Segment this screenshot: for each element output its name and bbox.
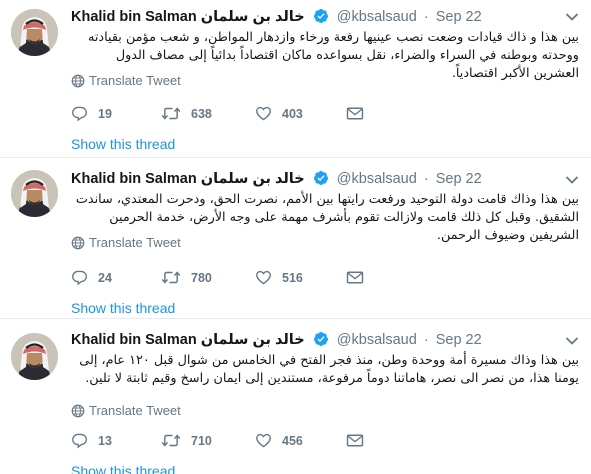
avatar[interactable]	[11, 170, 58, 217]
retweet-button[interactable]: 780	[161, 268, 212, 288]
user-handle[interactable]: @kbsalsaud	[337, 171, 417, 187]
globe-icon	[71, 74, 85, 88]
avatar-image	[11, 9, 58, 56]
caret-down-icon[interactable]	[565, 175, 579, 185]
reply-count: 19	[98, 107, 112, 121]
retweet-button[interactable]: 710	[161, 431, 212, 451]
tweet-date[interactable]: Sep 22	[436, 171, 482, 187]
reply-button[interactable]: 19	[71, 104, 112, 124]
translate-tweet-link[interactable]: Translate Tweet	[71, 402, 181, 420]
retweet-button[interactable]: 638	[161, 104, 212, 124]
translate-label[interactable]: Translate Tweet	[89, 73, 181, 88]
reply-icon	[72, 106, 87, 122]
envelope-icon	[346, 434, 364, 447]
like-button[interactable]: 516	[255, 268, 303, 288]
header-separator: ·	[423, 332, 429, 348]
retweet-count: 780	[191, 271, 212, 285]
like-count: 516	[282, 271, 303, 285]
heart-icon	[256, 270, 271, 285]
caret-down-icon[interactable]	[565, 336, 579, 346]
heart-icon	[256, 106, 271, 121]
like-button[interactable]: 456	[255, 431, 303, 451]
display-name[interactable]: Khalid bin Salman	[71, 171, 197, 187]
display-name-arabic[interactable]: خالد بن سلمان	[201, 171, 305, 187]
avatar[interactable]	[11, 333, 58, 380]
retweet-count: 710	[191, 434, 212, 448]
tweet[interactable]: Khalid bin Salman خالد بن سلمان @kbsalsa…	[0, 320, 591, 474]
translate-tweet-link[interactable]: Translate Tweet	[71, 234, 181, 252]
like-button[interactable]: 403	[255, 104, 303, 124]
avatar[interactable]	[11, 9, 58, 56]
direct-message-button[interactable]	[346, 268, 364, 288]
tweet-text: بين هذا وذاك مسيرة أمة ووحدة وطن، منذ فج…	[79, 353, 579, 386]
tweet-date[interactable]: Sep 22	[436, 332, 482, 348]
translate-label[interactable]: Translate Tweet	[89, 235, 181, 250]
avatar-image	[11, 170, 58, 217]
reply-icon	[72, 433, 87, 449]
like-count: 456	[282, 434, 303, 448]
header-separator: ·	[423, 9, 429, 25]
globe-icon	[71, 236, 85, 250]
tweet-header: Khalid bin Salman خالد بن سلمان @kbsalsa…	[71, 330, 482, 350]
tweet[interactable]: Khalid bin Salman خالد بن سلمان @kbsalsa…	[0, 159, 591, 319]
heart-icon	[256, 433, 271, 448]
translate-tweet-link[interactable]: Translate Tweet	[71, 72, 181, 90]
retweet-icon	[161, 434, 181, 447]
translate-label[interactable]: Translate Tweet	[89, 403, 181, 418]
show-thread-link[interactable]: Show this thread	[71, 299, 175, 317]
user-handle[interactable]: @kbsalsaud	[337, 332, 417, 348]
display-name-arabic[interactable]: خالد بن سلمان	[201, 9, 305, 25]
show-thread-link[interactable]: Show this thread	[71, 462, 175, 474]
caret-down-icon[interactable]	[565, 12, 579, 22]
direct-message-button[interactable]	[346, 104, 364, 124]
reply-count: 24	[98, 271, 112, 285]
reply-button[interactable]: 24	[71, 268, 112, 288]
display-name[interactable]: Khalid bin Salman	[71, 9, 197, 25]
display-name-arabic[interactable]: خالد بن سلمان	[201, 332, 305, 348]
reply-button[interactable]: 13	[71, 431, 112, 451]
envelope-icon	[346, 107, 364, 120]
header-separator: ·	[423, 171, 429, 187]
reply-icon	[72, 270, 87, 286]
retweet-icon	[161, 107, 181, 120]
verified-icon	[313, 9, 328, 23]
envelope-icon	[346, 271, 364, 284]
user-handle[interactable]: @kbsalsaud	[337, 9, 417, 25]
verified-icon	[313, 332, 328, 346]
avatar-image	[11, 333, 58, 380]
tweet-header: Khalid bin Salman خالد بن سلمان @kbsalsa…	[71, 169, 482, 189]
tweet-date[interactable]: Sep 22	[436, 9, 482, 25]
direct-message-button[interactable]	[346, 431, 364, 451]
show-thread-link[interactable]: Show this thread	[71, 135, 175, 153]
reply-count: 13	[98, 434, 112, 448]
verified-icon	[313, 171, 328, 185]
retweet-count: 638	[191, 107, 212, 121]
retweet-icon	[161, 271, 181, 284]
globe-icon	[71, 404, 85, 418]
tweet-header: Khalid bin Salman خالد بن سلمان @kbsalsa…	[71, 7, 482, 27]
tweet[interactable]: Khalid bin Salman خالد بن سلمان @kbsalsa…	[0, 0, 591, 158]
display-name[interactable]: Khalid bin Salman	[71, 332, 197, 348]
like-count: 403	[282, 107, 303, 121]
